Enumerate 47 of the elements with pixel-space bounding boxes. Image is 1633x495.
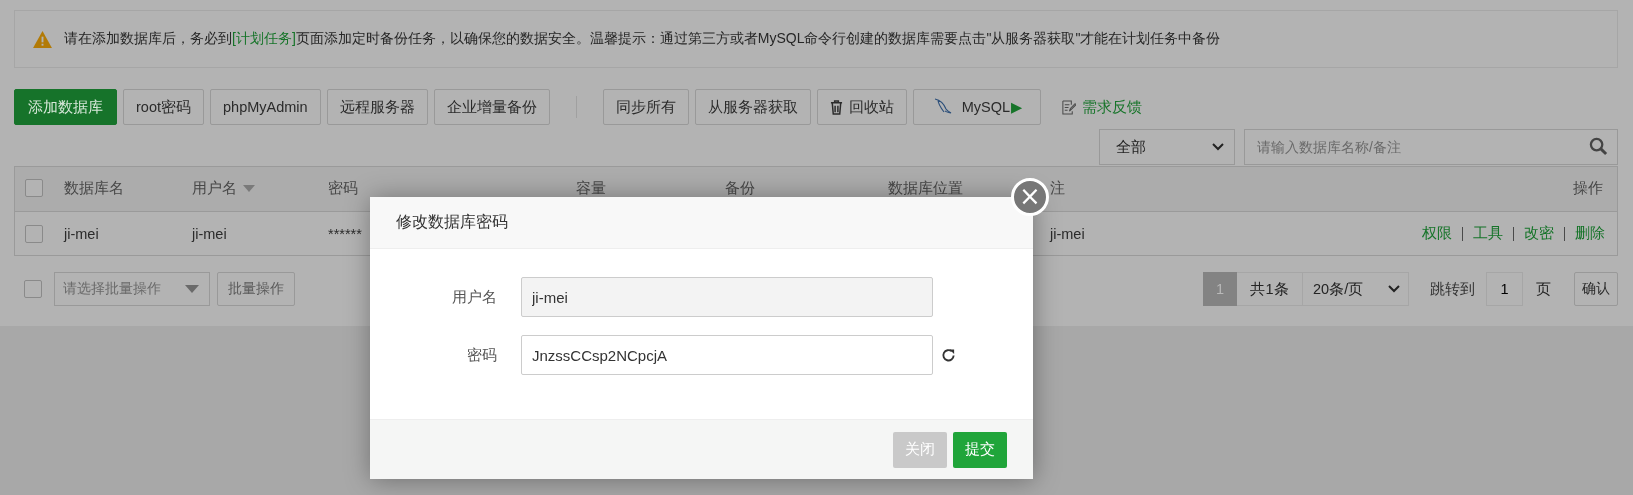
column-header: 数据库名	[64, 178, 124, 198]
caret-down-icon	[185, 285, 199, 293]
search-field[interactable]: 请输入数据库名称/备注	[1244, 129, 1618, 165]
input-field[interactable]: ji-mei	[521, 277, 933, 317]
column-header: 容量	[576, 178, 606, 198]
page-unit-label: 页	[1536, 279, 1551, 299]
dialog-title: 修改数据库密码	[396, 212, 508, 232]
field-label: 密码	[466, 345, 497, 365]
search-icon	[1589, 137, 1608, 156]
toolbar-button[interactable]: phpMyAdmin	[210, 89, 321, 125]
toolbar-button[interactable]: 从服务器获取	[694, 89, 811, 125]
toolbar-button[interactable]: 回收站	[816, 89, 907, 125]
column-header: 数据库位置	[888, 178, 963, 198]
page-input[interactable]: 1	[1486, 272, 1523, 306]
toolbar-button[interactable]: 企业增量备份	[433, 89, 550, 125]
total-count: 共1条	[1237, 272, 1303, 306]
column-header: 密码	[328, 178, 358, 198]
column-header: 操作	[1573, 178, 1603, 198]
toolbar-button[interactable]: 同步所有	[602, 89, 689, 125]
toolbar-button[interactable]: 添加数据库	[14, 89, 117, 125]
column-header: 注	[1050, 178, 1065, 198]
table-cell-text: ji-mei	[64, 225, 100, 242]
row-checkbox[interactable]	[25, 224, 43, 243]
page-size-select[interactable]: 20条/页	[1303, 272, 1409, 306]
table-cell-text: ******	[328, 225, 363, 242]
chevron-down-icon	[1212, 143, 1224, 151]
column-header: 备份	[725, 178, 755, 198]
confirm-button[interactable]: 确认	[1574, 272, 1618, 306]
alert-message: 请在添加数据库后，务必到[计划任务]页面添加定时备份任务，以确保您的数据安全。温馨提示：通过第三方或者MySQL命令行创建的数据库需要点击"从服务器获取"才能在计划任务中备份	[64, 30, 1221, 48]
select-all-checkbox[interactable]	[25, 179, 43, 197]
table-cell-text: ji-mei	[1050, 225, 1086, 242]
category-select[interactable]: 全部	[1099, 129, 1235, 165]
toolbar-button[interactable]: MySQL▶	[912, 89, 1042, 125]
toolbar-button[interactable]: root密码	[123, 89, 204, 125]
field-label: 用户名	[451, 287, 497, 307]
note-edit-icon	[1061, 99, 1077, 115]
table-cell-text: ji-mei	[192, 225, 228, 242]
chevron-down-icon	[1388, 285, 1400, 293]
input-field[interactable]: JnzssCCsp2NCpcjA	[521, 335, 933, 375]
goto-label: 跳转到	[1430, 279, 1475, 299]
trash-icon	[829, 99, 843, 115]
sort-caret-icon[interactable]	[243, 184, 255, 192]
warning-icon	[33, 30, 52, 48]
refresh-icon[interactable]	[941, 347, 956, 363]
toolbar-button[interactable]: 远程服务器	[326, 89, 428, 125]
column-header[interactable]: 用户名	[192, 178, 237, 198]
batch-checkbox[interactable]	[24, 280, 42, 298]
